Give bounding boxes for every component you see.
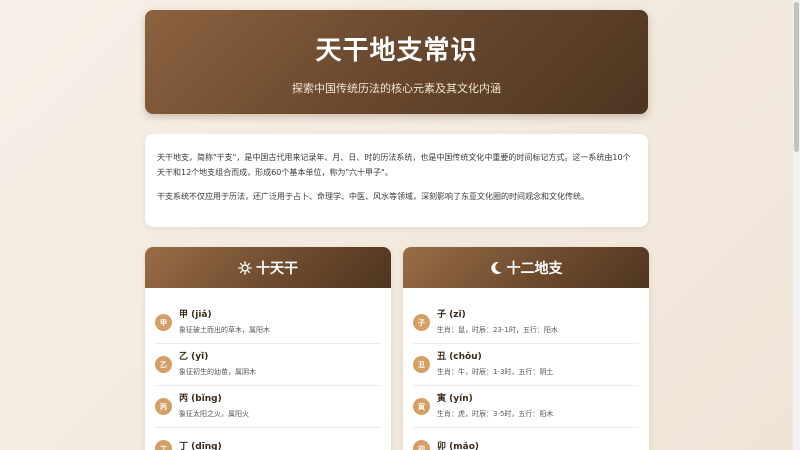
- list-item: 乙 乙 (yǐ) 象征初生的幼苗，属阴木: [155, 344, 381, 386]
- item-desc: 象征初生的幼苗，属阴木: [179, 367, 256, 376]
- item-name: 甲 (jiǎ): [179, 309, 212, 320]
- hero-banner: 天干地支常识 探索中国传统历法的核心元素及其文化内涵: [145, 10, 648, 114]
- list-item: 卯 卯 (mǎo): [413, 428, 639, 450]
- dizhi-list: 子 子 (zǐ) 生肖：鼠，时辰：23-1时，五行：阳水 丑 丑 (chǒu) …: [403, 288, 649, 450]
- scrollbar-thumb[interactable]: [794, 2, 799, 152]
- dizhi-card-header: 十二地支: [403, 247, 649, 288]
- dizhi-card: 十二地支 子 子 (zǐ) 生肖：鼠，时辰：23-1时，五行：阳水 丑 丑 (c…: [403, 247, 649, 450]
- page-subtitle: 探索中国传统历法的核心元素及其文化内涵: [292, 82, 501, 95]
- list-item: 丑 丑 (chǒu) 生肖：牛，时辰：1-3时，五行：阴土: [413, 344, 639, 386]
- item-desc: 生肖：牛，时辰：1-3时，五行：阴土: [437, 367, 554, 376]
- item-name: 寅 (yín): [437, 393, 473, 404]
- page-scrollbar[interactable]: [793, 0, 800, 450]
- item-badge: 乙: [155, 356, 172, 373]
- moon-icon: [490, 261, 503, 275]
- page-title: 天干地支常识: [315, 36, 478, 66]
- tiangan-card: 十天干 甲 甲 (jiǎ) 象征破土而出的草木，属阳木 乙 乙 (yǐ) 象征初…: [145, 247, 391, 450]
- tiangan-card-header: 十天干: [145, 247, 391, 288]
- tiangan-list: 甲 甲 (jiǎ) 象征破土而出的草木，属阳木 乙 乙 (yǐ) 象征初生的幼苗…: [145, 288, 391, 450]
- item-badge: 子: [413, 314, 430, 331]
- item-desc: 生肖：鼠，时辰：23-1时，五行：阳水: [437, 325, 558, 334]
- list-item: 子 子 (zǐ) 生肖：鼠，时辰：23-1时，五行：阳水: [413, 302, 639, 344]
- item-badge: 寅: [413, 398, 430, 415]
- list-item: 甲 甲 (jiǎ) 象征破土而出的草木，属阳木: [155, 302, 381, 344]
- item-badge: 丁: [155, 440, 172, 450]
- item-name: 丙 (bǐng): [179, 393, 222, 404]
- page: 天干地支常识 探索中国传统历法的核心元素及其文化内涵 天干地支，简称"干支"，是…: [0, 0, 793, 450]
- list-item: 丁 丁 (dīng): [155, 428, 381, 450]
- intro-paragraph: 干支系统不仅应用于历法，还广泛用于占卜、命理学、中医、风水等领域，深刻影响了东亚…: [157, 192, 589, 201]
- item-desc: 象征破土而出的草木，属阳木: [179, 325, 270, 334]
- item-name: 丁 (dīng): [179, 442, 222, 450]
- item-name: 卯 (mǎo): [437, 442, 479, 450]
- tiangan-title: 十天干: [256, 260, 298, 277]
- item-name: 乙 (yǐ): [179, 351, 209, 362]
- item-badge: 丑: [413, 356, 430, 373]
- item-badge: 卯: [413, 440, 430, 450]
- dizhi-title: 十二地支: [506, 260, 563, 277]
- item-desc: 生肖：虎，时辰：3-5时，五行：阳木: [437, 409, 554, 418]
- intro-paragraph: 天干地支，简称"干支"，是中国古代用来记录年、月、日、时的历法系统，也是中国传统…: [157, 153, 631, 177]
- item-badge: 丙: [155, 398, 172, 415]
- intro-card: 天干地支，简称"干支"，是中国古代用来记录年、月、日、时的历法系统，也是中国传统…: [145, 134, 648, 227]
- item-desc: 象征太阳之火，属阳火: [179, 409, 249, 418]
- item-name: 子 (zǐ): [437, 309, 466, 320]
- list-item: 丙 丙 (bǐng) 象征太阳之火，属阳火: [155, 386, 381, 428]
- item-badge: 甲: [155, 314, 172, 331]
- item-name: 丑 (chǒu): [437, 351, 482, 362]
- sun-icon: [238, 260, 252, 275]
- list-item: 寅 寅 (yín) 生肖：虎，时辰：3-5时，五行：阳木: [413, 386, 639, 428]
